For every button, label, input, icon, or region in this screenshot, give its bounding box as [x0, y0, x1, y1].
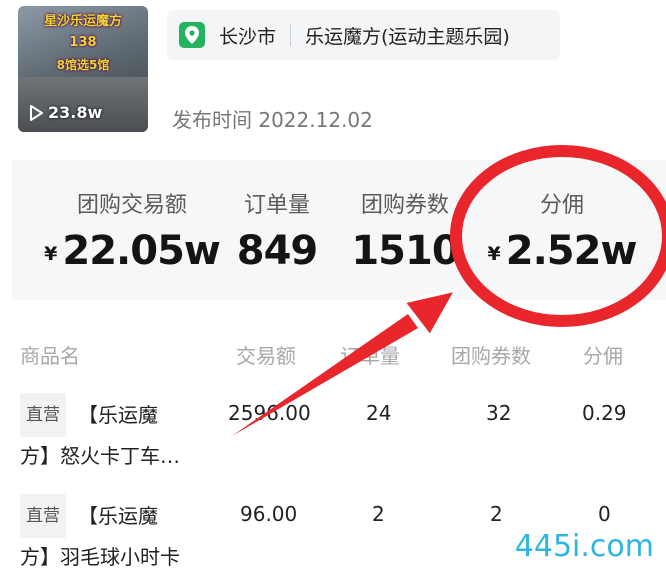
location-city: 长沙市 — [219, 25, 277, 48]
table-row-2-coupons: 2 — [490, 502, 503, 526]
table-row-1-commission: 0.29 — [582, 401, 627, 425]
direct-sale-badge: 直营 — [20, 393, 66, 437]
stat-orders-label: 订单量 — [243, 193, 310, 218]
table-row-1-product[interactable]: 直营 【乐运魔 方】怒火卡丁车… — [20, 393, 220, 475]
watermark: 445i.com — [514, 529, 654, 564]
stat-gmv-label: 团购交易额 — [76, 193, 187, 218]
table-row-1-amount: 2596.00 — [228, 401, 311, 425]
location-divider — [290, 24, 292, 46]
col-header-product: 商品名 — [20, 344, 80, 368]
stat-gmv-value: ¥22.05w — [32, 228, 232, 274]
col-header-orders: 订单量 — [340, 344, 400, 368]
stat-coupons-label: 团购券数 — [360, 193, 449, 218]
product-name-line1: 【乐运魔 — [78, 403, 158, 427]
video-thumbnail[interactable]: 星沙乐运魔方 138 8馆选5馆 23.8w — [18, 6, 148, 132]
product-name-line2: 方】怒火卡丁车… — [20, 444, 180, 468]
stat-gmv-number: 22.05w — [62, 228, 220, 274]
play-icon — [30, 104, 43, 121]
table-row-2-orders: 2 — [372, 502, 385, 526]
publish-date: 2022.12.02 — [258, 108, 373, 132]
table-row-1-coupons: 32 — [486, 401, 512, 425]
col-header-commission: 分佣 — [583, 344, 623, 368]
stat-commission-number: 2.52w — [505, 228, 638, 274]
currency-symbol: ¥ — [487, 243, 501, 265]
col-header-coupons: 团购券数 — [451, 344, 531, 368]
table-row-2-product[interactable]: 直营 【乐运魔 方】羽毛球小时卡 — [20, 494, 220, 570]
thumbnail-overlay-price: 138 — [69, 35, 97, 50]
table-row-1-orders: 24 — [366, 401, 392, 425]
stat-orders-value: 849 — [236, 228, 319, 274]
table-row-2-amount: 96.00 — [240, 502, 298, 526]
stat-commission-value: ¥2.52w — [472, 228, 652, 274]
stat-commission-label: 分佣 — [539, 193, 584, 218]
thumbnail-overlay-sub: 8馆选5馆 — [56, 58, 110, 72]
location-venue: 乐运魔方(运动主题乐园) — [305, 25, 510, 48]
product-name-line2: 方】羽毛球小时卡 — [20, 545, 180, 569]
publish-time: 发布时间 2022.12.02 — [172, 104, 373, 133]
table-row-2-commission: 0 — [598, 502, 611, 526]
direct-sale-badge: 直营 — [20, 494, 66, 538]
location-chip[interactable]: 长沙市 乐运魔方(运动主题乐园) — [167, 10, 560, 60]
product-name-line1: 【乐运魔 — [78, 504, 158, 528]
play-count: 23.8w — [28, 103, 102, 122]
currency-symbol: ¥ — [44, 243, 57, 265]
publish-label: 发布时间 — [172, 108, 252, 132]
stat-coupons-value: 1510 — [351, 228, 459, 274]
stats-panel: 团购交易额 ¥22.05w 订单量 849 团购券数 1510 分佣 ¥2.52… — [12, 160, 666, 300]
col-header-amount: 交易额 — [236, 344, 296, 368]
view-count: 23.8w — [48, 103, 103, 122]
location-pin-icon — [179, 22, 205, 48]
thumbnail-overlay-title: 星沙乐运魔方 — [43, 14, 122, 29]
